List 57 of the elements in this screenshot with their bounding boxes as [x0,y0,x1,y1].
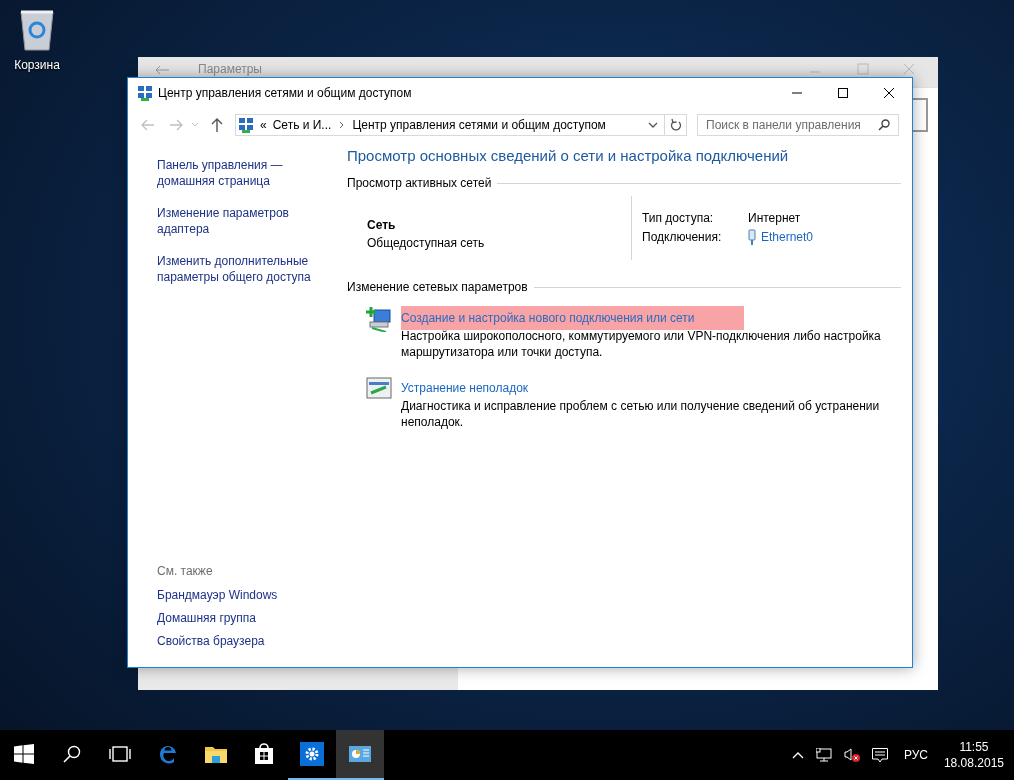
search-icon [878,119,890,131]
window-title: Параметры [198,63,263,76]
task-view-icon [109,746,131,762]
network-type: Общедоступная сеть [367,235,486,252]
chevron-up-icon[interactable] [791,751,804,759]
sidebar-link[interactable]: Изменить дополнительные параметры общего доступа [157,253,318,285]
sidebar-link[interactable]: Брандмауэр Windows [157,587,318,603]
sidebar-link[interactable]: Изменение параметров адаптера [157,205,318,237]
control-panel-icon [349,746,371,762]
network-icon [238,117,254,133]
breadcrumb[interactable]: Сеть и И... [272,118,332,132]
refresh-button[interactable] [665,114,687,136]
task-description: Диагностика и исправление проблем с сетью или получение сведений об устранении неполадок. [401,398,881,430]
maximize-icon [837,86,849,99]
refresh-icon [669,118,682,132]
control-panel-button[interactable] [336,730,384,780]
property-label: Тип доступа: [642,210,715,226]
property-label: Подключения: [642,229,723,245]
section-heading: Изменение сетевых параметров [347,280,528,294]
notification-icon[interactable] [871,747,888,763]
search-icon [63,745,81,763]
back-arrow-icon [154,65,170,75]
breadcrumb-overflow[interactable]: « [260,118,267,132]
address-bar[interactable]: « Сеть и И... Центр управления сетями и общим доступом [235,114,665,136]
property-value: Интернет [748,210,801,226]
up-arrow-icon[interactable] [211,118,223,132]
network-plus-icon [366,306,392,332]
monitor-icon [366,376,392,402]
network-icon[interactable] [815,748,832,762]
desktop-icon-label[interactable]: Корзина [14,58,60,72]
folder-icon [205,745,227,763]
section-heading: Просмотр активных сетей [347,176,492,190]
clock-date[interactable]: 18.08.2015 [943,755,1004,771]
close-icon [883,86,895,99]
clock-time[interactable]: 11:55 [943,739,1004,755]
task-description: Настройка широкополосного, коммутируемого или VPN-подключения либо настройка маршрутизатора или точки доступа. [401,328,882,360]
section-label: См. также [157,564,214,578]
window-title: Центр управления сетями и общим доступом [158,85,413,100]
ethernet-icon [748,229,756,245]
task-link[interactable]: Устранение неполадок [401,376,529,400]
network-name: Сеть [367,217,397,234]
sidebar-link[interactable]: Свойства браузера [157,633,318,649]
shopping-bag-icon [254,743,274,765]
chevron-icon [339,121,345,129]
caret-icon [648,122,658,128]
page-heading: Просмотр основных сведений о сети и настройка подключений [347,146,790,166]
breadcrumb[interactable]: Центр управления сетями и общим доступом [352,118,606,132]
sidebar-link[interactable]: Панель управления — домашняя страница [157,157,318,189]
recycle-bin-icon [17,8,57,52]
windows-logo-icon [14,744,34,764]
speaker-muted-icon[interactable] [843,748,860,762]
language-indicator[interactable]: РУС [899,748,932,762]
settings-icon [300,742,324,766]
connection-link[interactable]: Ethernet0 [761,229,814,245]
letter-e-icon [158,744,178,764]
sidebar-link[interactable]: Домашняя группа [157,610,318,626]
network-icon [137,84,153,101]
